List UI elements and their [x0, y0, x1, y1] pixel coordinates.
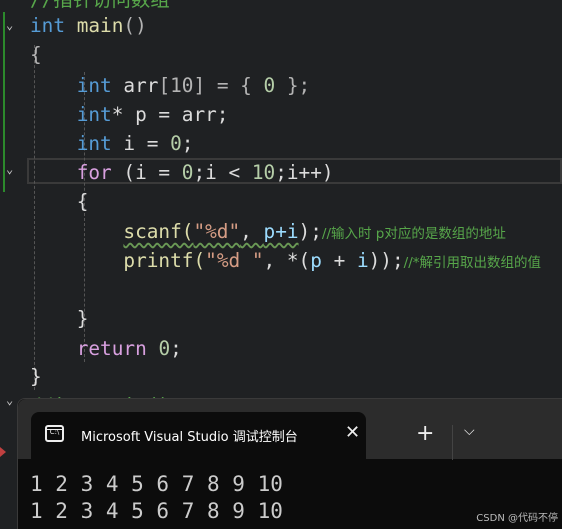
code-line: int arr[10] = { 0 }; [30, 71, 311, 100]
code-token: i [356, 249, 369, 272]
code-token: p [310, 249, 322, 272]
code-token: * p = arr; [111, 103, 229, 126]
code-token: 0 [158, 337, 171, 360]
code-token: main [65, 14, 124, 37]
code-token: scanf( [123, 220, 194, 243]
code-line: { [30, 40, 42, 69]
terminal-tab[interactable]: C:\ Microsoft Visual Studio 调试控制台 ✕ [31, 412, 366, 462]
output-line: 1 2 3 4 5 6 7 8 9 10 [30, 499, 283, 523]
code-token: p+i [263, 220, 299, 243]
code-token: { [30, 43, 42, 66]
code-token: int [76, 132, 112, 155]
fold-chevron-icon[interactable]: ⌄ [6, 18, 13, 32]
code-token: } [30, 307, 89, 330]
code-line: int i = 0; [30, 129, 194, 158]
change-indicator [3, 12, 5, 192]
new-tab-button[interactable]: + [416, 421, 434, 446]
code-token: //输入时 p对应的是数组的地址 [321, 226, 506, 242]
code-token: i = [111, 132, 171, 155]
code-token: arr [111, 74, 159, 97]
code-token: { [30, 190, 89, 213]
code-line: } [30, 304, 89, 333]
code-token: (i = [111, 161, 182, 184]
code-line: } [30, 362, 42, 391]
code-token: [10] [158, 74, 206, 97]
code-token: , [240, 220, 264, 243]
code-line: for (i = 0;i < 10;i++) [30, 158, 334, 187]
code-token: ; [170, 337, 182, 360]
code-token: ; [181, 132, 194, 155]
code-token: }; [275, 74, 311, 97]
code-token: //指针访问数组 [30, 0, 170, 11]
tab-title: Microsoft Visual Studio 调试控制台 [81, 430, 298, 445]
close-icon[interactable]: ✕ [345, 422, 360, 443]
code-line: int main() [30, 11, 147, 40]
code-line: int* p = arr; [30, 100, 229, 129]
code-token: 10 [251, 161, 276, 184]
code-line: { [30, 187, 89, 216]
code-token: int [76, 103, 112, 126]
code-token: "%d" [193, 220, 241, 243]
code-token: return [76, 337, 147, 360]
code-token: for [76, 161, 112, 184]
code-token: "%d " [205, 249, 264, 272]
code-token: int [30, 14, 66, 37]
code-token: ;i < [193, 161, 252, 184]
code-token: 0 [170, 132, 182, 155]
console-icon: C:\ [45, 425, 64, 442]
fold-chevron-icon[interactable]: ⌄ [6, 393, 13, 407]
code-token: = { [205, 74, 264, 97]
code-token: , *( [263, 249, 311, 272]
code-token: int [76, 74, 112, 97]
output-line: 1 2 3 4 5 6 7 8 9 10 [30, 472, 283, 496]
code-token: () [123, 14, 147, 37]
code-token: 0 [181, 161, 194, 184]
code-token: ; [310, 220, 322, 243]
code-token: printf( [123, 249, 206, 272]
code-token: ;i++) [275, 161, 334, 184]
code-token: ) [298, 220, 311, 243]
watermark: CSDN @代码不停 [476, 513, 558, 524]
fold-chevron-icon[interactable]: ⌄ [6, 162, 13, 176]
breakpoint-marker-icon [0, 447, 6, 457]
code-token: //*解引用取出数组的值 [403, 255, 542, 271]
code-line: printf("%d ", *(p + i));//*解引用取出数组的值 [30, 246, 541, 275]
code-token: )); [368, 249, 404, 272]
code-token: + [321, 249, 357, 272]
divider [452, 425, 453, 460]
code-line: scanf("%d", p+i);//输入时 p对应的是数组的地址 [30, 217, 506, 246]
chevron-down-icon[interactable]: ⌵ [464, 423, 475, 439]
code-line: return 0; [30, 334, 182, 363]
code-token: } [30, 365, 42, 388]
code-token: 0 [263, 74, 276, 97]
console-icon-text: C:\ [49, 428, 60, 436]
